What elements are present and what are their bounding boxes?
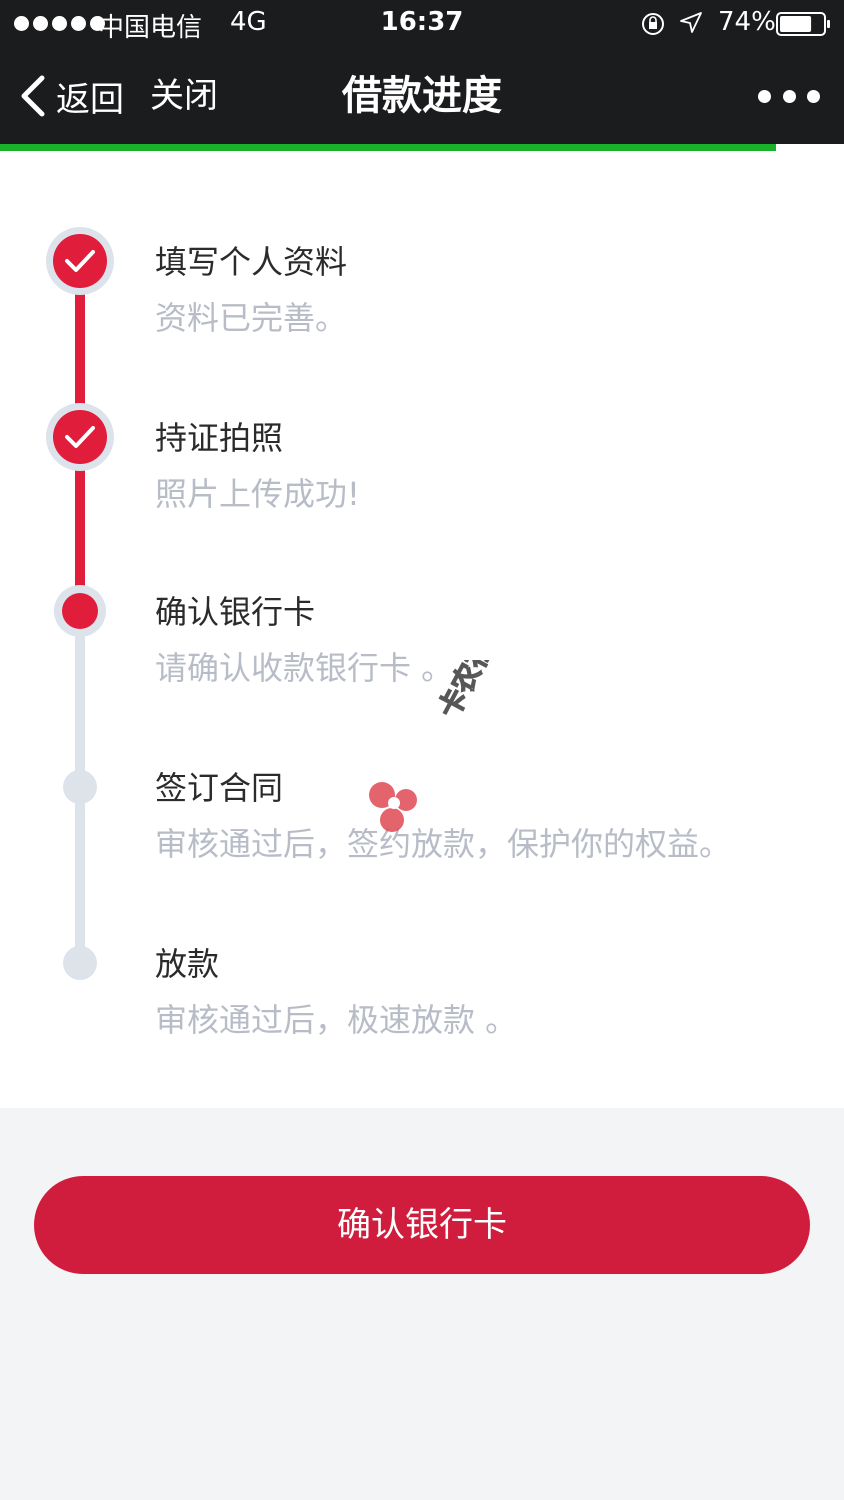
step-title: 填写个人资料 xyxy=(155,243,348,281)
page-load-progress-fill xyxy=(0,144,777,151)
page-load-progress xyxy=(0,144,844,151)
step-description: 审核通过后，极速放款 。 xyxy=(155,1001,518,1039)
timeline-step-sign-contract: 签订合同 审核通过后，签约放款，保护你的权益。 xyxy=(0,677,844,863)
check-icon xyxy=(65,250,95,272)
more-dot-icon xyxy=(782,89,796,103)
nav-bar: 返回 关闭 借款进度 xyxy=(0,48,844,144)
back-button[interactable]: 返回 xyxy=(18,68,124,124)
confirm-bank-card-button[interactable]: 确认银行卡 xyxy=(34,1176,810,1274)
page-title: 借款进度 xyxy=(342,73,502,119)
step-status-pending xyxy=(46,753,114,821)
step-title: 签订合同 xyxy=(155,769,284,807)
step-status-current xyxy=(46,577,114,645)
orientation-lock-icon xyxy=(642,13,664,35)
step-status-done xyxy=(46,403,114,471)
more-dot-icon xyxy=(807,89,820,103)
step-status-done xyxy=(46,227,114,295)
step-title: 放款 xyxy=(155,945,220,983)
step-title: 持证拍照 xyxy=(155,419,284,457)
timeline-step-disbursement: 放款 审核通过后，极速放款 。 xyxy=(0,853,844,1039)
chevron-left-icon xyxy=(21,75,45,117)
step-title: 确认银行卡 xyxy=(155,593,316,631)
timeline-step-confirm-bank-card: 确认银行卡 请确认收款银行卡 。 xyxy=(0,501,844,687)
timeline-step-fill-profile: 填写个人资料 资料已完善。 xyxy=(0,151,844,337)
loan-progress-timeline: 填写个人资料 资料已完善。 持证拍照 照片上传成功! 确认银行卡 请确认收款银行… xyxy=(0,151,844,1108)
step-status-pending xyxy=(46,929,114,997)
battery-percent: 74% xyxy=(718,7,776,37)
more-options-button[interactable] xyxy=(758,76,820,116)
status-bar: 中国电信 4G 16:37 74% xyxy=(0,0,844,48)
timeline-step-id-photo: 持证拍照 照片上传成功! xyxy=(0,327,844,513)
more-dot-icon xyxy=(758,89,771,103)
location-icon xyxy=(680,12,702,33)
check-icon xyxy=(65,426,95,448)
battery-icon xyxy=(776,12,830,36)
close-button[interactable]: 关闭 xyxy=(150,68,218,124)
back-label: 返回 xyxy=(56,79,124,120)
